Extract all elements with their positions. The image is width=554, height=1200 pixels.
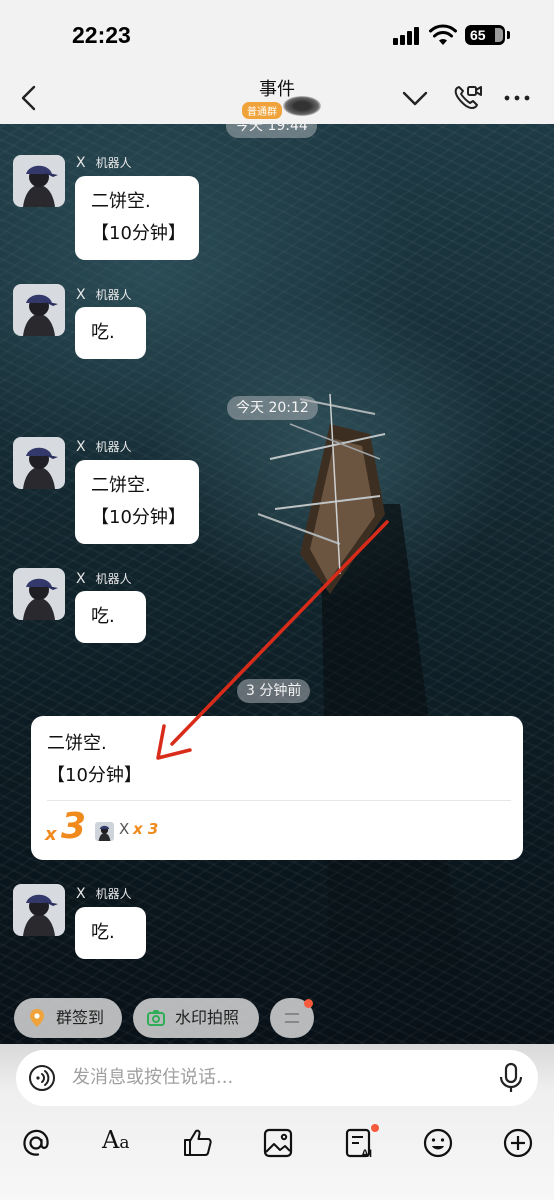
sender-name: X 机器人 — [76, 155, 132, 171]
avatar[interactable] — [13, 284, 65, 336]
font-icon[interactable]: Aa — [102, 1126, 129, 1154]
sender-name: X 机器人 — [76, 886, 132, 902]
more-actions-chip[interactable] — [270, 998, 314, 1038]
avatar[interactable] — [13, 437, 65, 489]
image-icon[interactable] — [261, 1126, 295, 1160]
svg-text:AI: AI — [361, 1148, 372, 1160]
battery-level: 65 — [470, 27, 486, 43]
avatar[interactable] — [13, 884, 65, 936]
chat-area[interactable]: 今天 19:44 X 机器人 二饼空. 【10分钟】 X 机器人 吃. 今天 20:… — [0, 124, 554, 1044]
more-icon[interactable] — [500, 82, 534, 114]
menu-icon — [285, 1013, 299, 1023]
card-message-text: 二饼空. 【10分钟】 — [47, 733, 142, 786]
mic-icon[interactable] — [498, 1062, 524, 1094]
card-divider — [47, 800, 511, 801]
nav-bar: 事件 普通群 — [0, 72, 554, 124]
reaction-x-prefix: x — [45, 824, 57, 845]
sender-name: X 机器人 — [76, 571, 132, 587]
redacted-name — [283, 96, 321, 116]
at-icon[interactable] — [19, 1126, 53, 1160]
reaction-count: 3 — [61, 806, 87, 847]
battery-indicator: 65 — [465, 25, 510, 45]
message-bubble[interactable]: 吃. — [75, 307, 146, 359]
status-time: 22:23 — [72, 22, 131, 48]
watermark-photo-chip[interactable]: 水印拍照 — [133, 998, 259, 1038]
group-type-badge: 普通群 — [242, 102, 282, 119]
reactor-avatar[interactable] — [95, 822, 114, 841]
location-pin-icon — [30, 1009, 44, 1027]
composer-area: 发消息或按住说话... Aa AI — [0, 1044, 554, 1200]
notification-dot — [304, 999, 313, 1008]
camera-icon — [147, 1010, 165, 1026]
sender-name: X 机器人 — [76, 287, 132, 303]
video-call-icon[interactable] — [450, 82, 484, 114]
message-input[interactable]: 发消息或按住说话... — [16, 1050, 538, 1106]
checkin-chip[interactable]: 群签到 — [14, 998, 122, 1038]
message-bubble[interactable]: 二饼空. 【10分钟】 — [75, 460, 199, 544]
thumbs-up-icon[interactable] — [181, 1126, 215, 1160]
plus-icon[interactable] — [501, 1126, 535, 1160]
highlighted-message-card[interactable]: 二饼空. 【10分钟】 x 3 X x 3 — [31, 716, 523, 860]
chevron-down-icon[interactable] — [398, 82, 432, 114]
message-bubble[interactable]: 吃. — [75, 907, 146, 959]
input-placeholder: 发消息或按住说话... — [72, 1067, 234, 1088]
cellular-signal-icon — [393, 27, 419, 45]
status-bar: 22:23 65 — [0, 0, 554, 72]
timestamp: 今天 20:12 — [227, 396, 318, 420]
reactor-count: x 3 — [133, 820, 159, 838]
message-bubble[interactable]: 二饼空. 【10分钟】 — [75, 176, 199, 260]
notification-dot — [371, 1124, 379, 1132]
avatar[interactable] — [13, 155, 65, 207]
voice-icon[interactable] — [28, 1064, 56, 1092]
timestamp: 3 分钟前 — [237, 679, 311, 703]
timestamp: 今天 19:44 — [226, 124, 317, 138]
checkin-label: 群签到 — [56, 1008, 105, 1027]
emoji-icon[interactable] — [421, 1126, 455, 1160]
wifi-icon — [429, 24, 457, 45]
ai-note-button[interactable]: AI — [343, 1124, 379, 1160]
watermark-label: 水印拍照 — [175, 1008, 240, 1027]
avatar[interactable] — [13, 568, 65, 620]
message-bubble[interactable]: 吃. — [75, 591, 146, 643]
reactor-name: X — [119, 820, 130, 838]
sender-name: X 机器人 — [76, 439, 132, 455]
